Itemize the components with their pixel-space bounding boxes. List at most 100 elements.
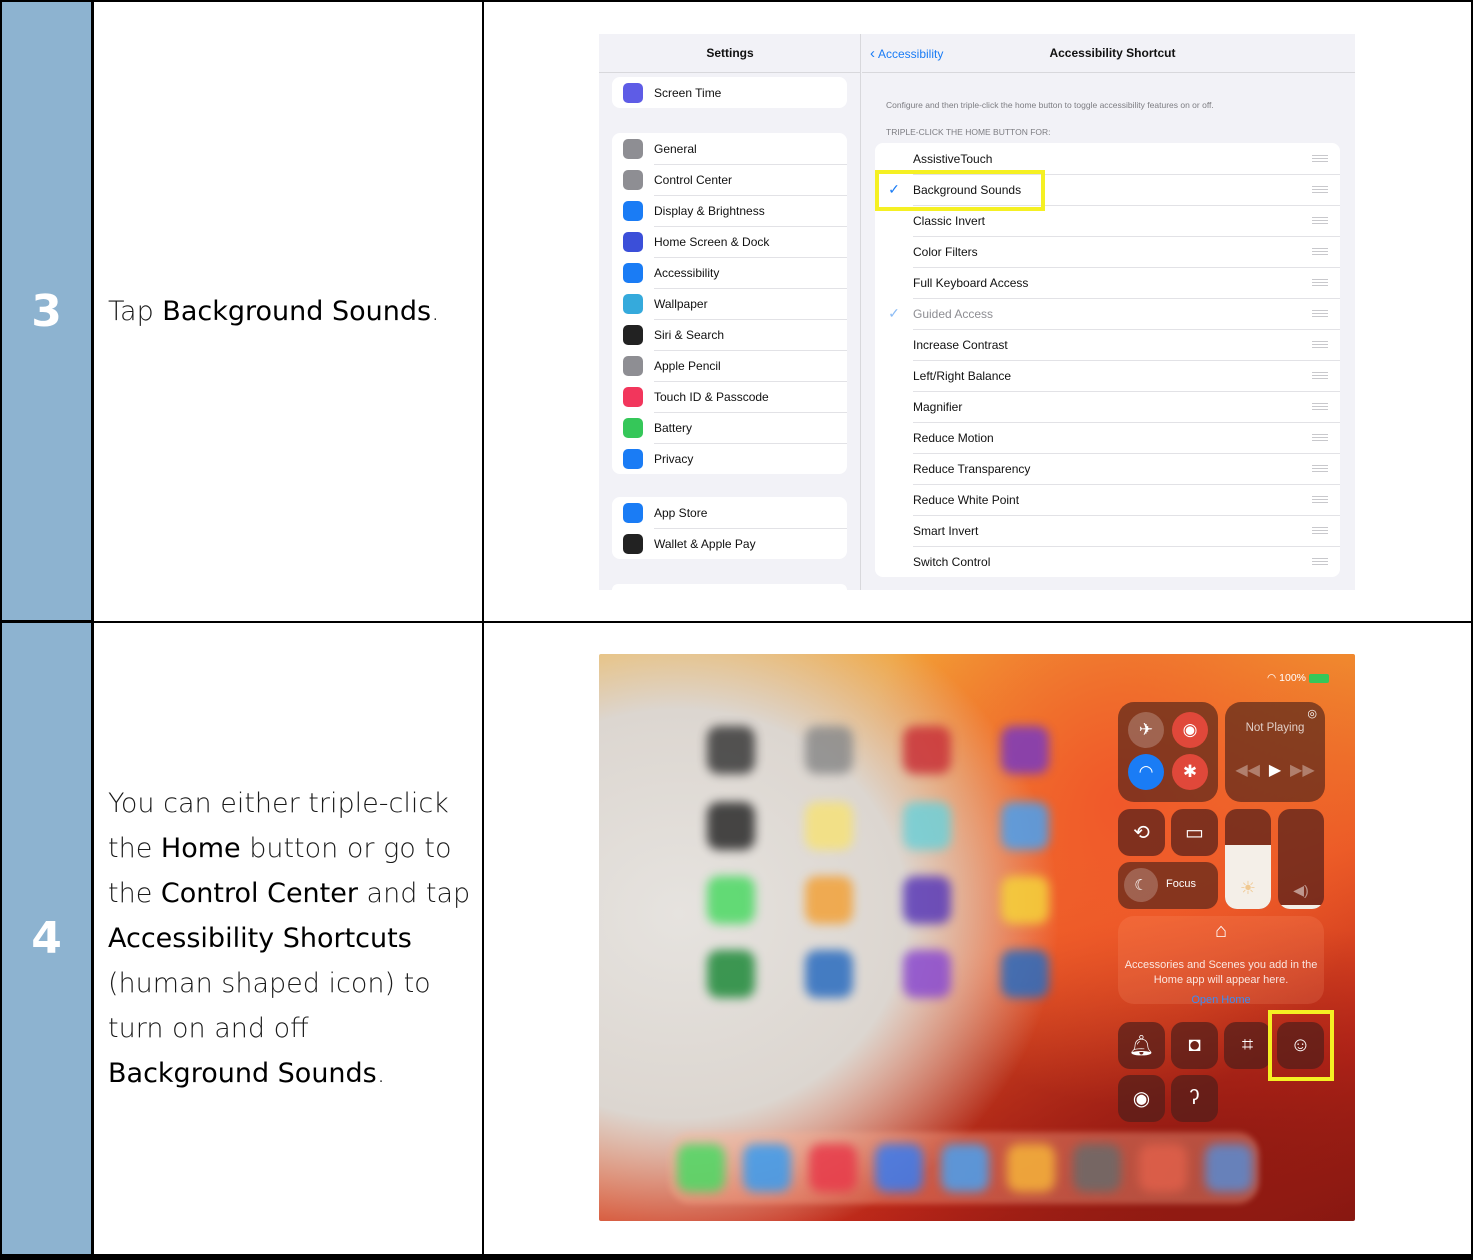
play-icon[interactable]: ▶ bbox=[1269, 762, 1281, 779]
dock-icon bbox=[1139, 1144, 1187, 1192]
sidebar-item[interactable]: Accessibility bbox=[612, 257, 847, 288]
screen-mirroring-icon[interactable]: ▭ bbox=[1171, 809, 1218, 856]
shortcut-panel: ‹ Accessibility Accessibility Shortcut Co… bbox=[862, 34, 1355, 590]
reorder-handle-icon[interactable] bbox=[1312, 434, 1328, 441]
sidebar-item[interactable]: Home Screen & Dock bbox=[612, 226, 847, 257]
sidebar-item[interactable]: Siri & Search bbox=[612, 319, 847, 350]
sidebar-item[interactable]: Privacy bbox=[612, 443, 847, 474]
text-run: Tap bbox=[108, 296, 163, 327]
shortcut-option[interactable]: Increase Contrast bbox=[875, 329, 1340, 360]
shortcut-option-label: Left/Right Balance bbox=[913, 368, 1012, 383]
sidebar-item-label: Privacy bbox=[654, 451, 694, 466]
status-bar: ◠ 100% bbox=[1267, 672, 1329, 684]
reorder-handle-icon[interactable] bbox=[1312, 186, 1328, 193]
forward-icon[interactable]: ▶▶ bbox=[1290, 762, 1315, 779]
sidebar-item-label: General bbox=[654, 141, 697, 156]
shortcut-option-label: Increase Contrast bbox=[913, 337, 1008, 352]
sun-icon: ☀ bbox=[1239, 878, 1257, 898]
volume-fill bbox=[1278, 905, 1324, 909]
app-icon bbox=[707, 726, 755, 774]
shortcut-option[interactable]: Left/Right Balance bbox=[875, 360, 1340, 391]
grid-icon bbox=[623, 231, 643, 252]
app-icon bbox=[707, 876, 755, 924]
sidebar-item[interactable]: Control Center bbox=[612, 164, 847, 195]
airplane-mode-icon[interactable]: ✈ bbox=[1128, 712, 1164, 748]
instruction-cell: You can either triple-click the Home but… bbox=[94, 622, 484, 1260]
sidebar-item-label: Siri & Search bbox=[654, 327, 725, 342]
reorder-handle-icon[interactable] bbox=[1312, 310, 1328, 317]
app-icon bbox=[1001, 950, 1049, 998]
reorder-handle-icon[interactable] bbox=[1312, 279, 1328, 286]
shortcut-option[interactable]: Color Filters bbox=[875, 236, 1340, 267]
sidebar-item[interactable]: Wallpaper bbox=[612, 288, 847, 319]
sidebar-item[interactable]: Apple Pencil bbox=[612, 350, 847, 381]
screen-record-icon[interactable]: ◉ bbox=[1118, 1075, 1165, 1122]
shortcut-option-label: Color Filters bbox=[913, 244, 978, 259]
bluetooth-icon[interactable]: ✱ bbox=[1172, 754, 1208, 790]
focus-button[interactable]: ☾ Focus bbox=[1118, 862, 1218, 909]
airdrop-icon[interactable]: ◉ bbox=[1172, 712, 1208, 748]
bell-icon[interactable]: 🔔︎ bbox=[1118, 1022, 1165, 1069]
sidebar-item[interactable]: General bbox=[612, 133, 847, 164]
shortcut-option[interactable]: Reduce Transparency bbox=[875, 453, 1340, 484]
camera-icon[interactable]: ◘ bbox=[1171, 1022, 1218, 1069]
battery-icon bbox=[623, 417, 643, 438]
reorder-handle-icon[interactable] bbox=[1312, 496, 1328, 503]
shortcut-option[interactable]: Switch Control bbox=[875, 546, 1340, 577]
reorder-handle-icon[interactable] bbox=[1312, 558, 1328, 565]
shortcut-option-label: Classic Invert bbox=[913, 213, 986, 228]
reorder-handle-icon[interactable] bbox=[1312, 217, 1328, 224]
airplay-icon[interactable]: ◎ bbox=[1307, 707, 1317, 720]
sidebar-item[interactable]: Screen Time bbox=[612, 77, 847, 108]
step-number: 3 bbox=[31, 285, 62, 337]
instruction-table: 3 Tap Background Sounds. Settings Screen… bbox=[0, 0, 1473, 1260]
accessibility-icon bbox=[623, 262, 643, 283]
battery-icon bbox=[1309, 673, 1329, 683]
reorder-handle-icon[interactable] bbox=[1312, 248, 1328, 255]
rotation-lock-icon[interactable]: ⟲ bbox=[1118, 809, 1165, 856]
sidebar-item[interactable]: Touch ID & Passcode bbox=[612, 381, 847, 412]
app-icon bbox=[805, 802, 853, 850]
reorder-handle-icon[interactable] bbox=[1312, 403, 1328, 410]
open-home-link[interactable]: Open Home bbox=[1119, 994, 1323, 1006]
shortcut-option[interactable]: ✓ Guided Access bbox=[875, 298, 1340, 329]
shortcut-option[interactable]: Magnifier bbox=[875, 391, 1340, 422]
connectivity-panel: ✈ ◉ ◠ ✱ bbox=[1118, 702, 1218, 802]
settings-group: Screen Time bbox=[612, 77, 847, 108]
shortcut-option[interactable]: Smart Invert bbox=[875, 515, 1340, 546]
reorder-handle-icon[interactable] bbox=[1312, 527, 1328, 534]
text-run-bold: Control Center bbox=[160, 878, 358, 909]
shortcut-option-label: Full Keyboard Access bbox=[913, 275, 1029, 290]
app-icon bbox=[903, 876, 951, 924]
reorder-handle-icon[interactable] bbox=[1312, 155, 1328, 162]
instruction-text: Tap Background Sounds. bbox=[108, 289, 440, 334]
app-icon bbox=[1001, 876, 1049, 924]
hearing-icon[interactable]: ʔ bbox=[1171, 1075, 1218, 1122]
volume-slider[interactable]: ◀) bbox=[1278, 809, 1324, 909]
reorder-handle-icon[interactable] bbox=[1312, 465, 1328, 472]
shortcut-option[interactable]: Full Keyboard Access bbox=[875, 267, 1340, 298]
qr-code-icon[interactable]: ⌗ bbox=[1224, 1022, 1271, 1069]
settings-group: General Control Center Display & Brightnes… bbox=[612, 133, 847, 474]
app-icon bbox=[903, 950, 951, 998]
brightness-slider[interactable]: ☀ bbox=[1225, 809, 1271, 909]
wifi-icon: ◠ bbox=[1267, 672, 1280, 684]
control-center-screenshot: ◠ 100% ✈ ◉ ◠ ✱ Not Playing ◀◀ ▶ ▶▶ ◎ ⟲ ▭ bbox=[599, 654, 1355, 1221]
shortcut-option[interactable]: Reduce Motion bbox=[875, 422, 1340, 453]
reorder-handle-icon[interactable] bbox=[1312, 372, 1328, 379]
shortcut-option[interactable]: Reduce White Point bbox=[875, 484, 1340, 515]
sidebar-item[interactable]: Battery bbox=[612, 412, 847, 443]
brightness-fill bbox=[1225, 845, 1271, 909]
screenshot-cell: ◠ 100% ✈ ◉ ◠ ✱ Not Playing ◀◀ ▶ ▶▶ ◎ ⟲ ▭ bbox=[484, 622, 1473, 1260]
rewind-icon[interactable]: ◀◀ bbox=[1235, 762, 1260, 779]
sidebar-item[interactable]: App Store bbox=[612, 497, 847, 528]
wifi-toggle-icon[interactable]: ◠ bbox=[1128, 754, 1164, 790]
sidebar-item[interactable]: Wallet & Apple Pay bbox=[612, 528, 847, 559]
reorder-handle-icon[interactable] bbox=[1312, 341, 1328, 348]
sidebar-item-label: Apple Pencil bbox=[654, 358, 721, 373]
sidebar-item-label: Control Center bbox=[654, 172, 733, 187]
app-icon bbox=[707, 802, 755, 850]
sidebar-item[interactable]: Display & Brightness bbox=[612, 195, 847, 226]
text-run-bold: Home bbox=[160, 833, 241, 864]
step-number-cell: 3 bbox=[0, 0, 94, 622]
